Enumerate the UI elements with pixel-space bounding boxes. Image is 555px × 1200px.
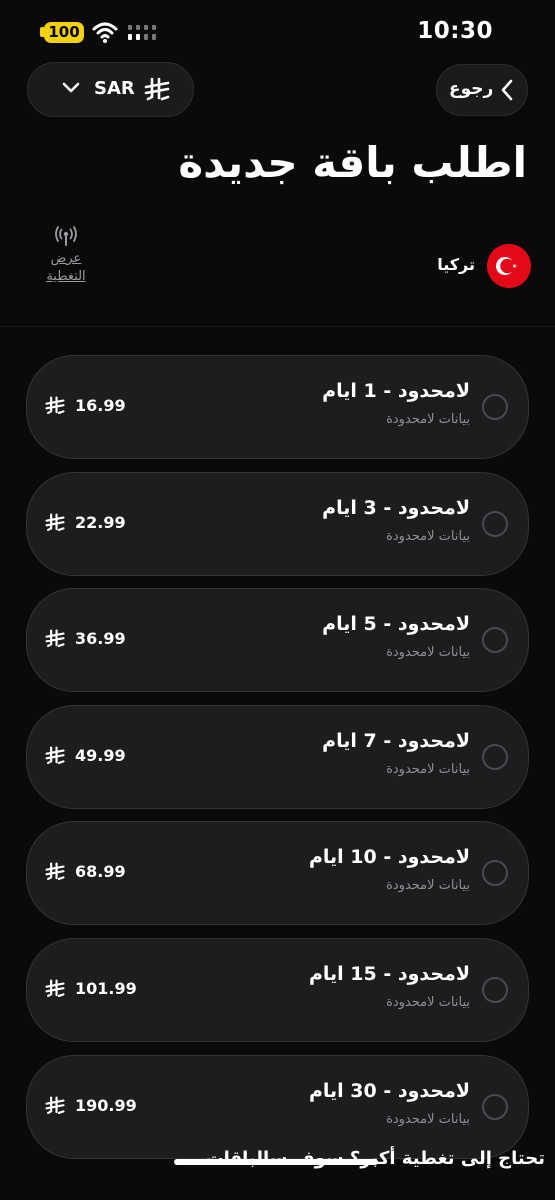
plan-subtitle: بيانات لامحدودة (386, 878, 470, 893)
wifi-icon (92, 22, 118, 43)
battery-indicator: 100 (44, 22, 84, 43)
radio-button[interactable] (482, 977, 508, 1003)
plan-option-15-days[interactable]: لامحدود - 15 ايام بيانات لامحدودة 101.99 (26, 938, 529, 1042)
plan-title: لامحدود - 5 ايام (322, 613, 470, 635)
turkey-flag-icon (487, 244, 531, 288)
plan-option-1-day[interactable]: لامحدود - 1 ايام بيانات لامحدودة 16.99 (26, 355, 529, 459)
plan-subtitle: بيانات لامحدودة (386, 995, 470, 1010)
radio-button[interactable] (482, 394, 508, 420)
radio-button[interactable] (482, 511, 508, 537)
plan-price: 68.99 (75, 862, 126, 881)
radio-button[interactable] (482, 1094, 508, 1120)
currency-code: SAR (94, 78, 135, 99)
plan-price: 49.99 (75, 746, 126, 765)
plan-option-3-days[interactable]: لامحدود - 3 ايام بيانات لامحدودة 22.99 (26, 472, 529, 576)
plan-title: لامحدود - 30 ايام (308, 1080, 470, 1102)
coverage-label-line2: التغطية (46, 269, 86, 284)
back-label: رجوع (449, 79, 494, 99)
plan-option-7-days[interactable]: لامحدود - 7 ايام بيانات لامحدودة 49.99 (26, 705, 529, 809)
chevron-left-icon (501, 79, 513, 101)
cellular-signal-icon (128, 25, 156, 40)
divider (0, 326, 555, 327)
radio-button[interactable] (482, 860, 508, 886)
back-button[interactable]: رجوع (436, 64, 528, 116)
riyal-symbol-icon (45, 862, 65, 880)
plan-price: 16.99 (75, 396, 126, 415)
plan-title: لامحدود - 7 ايام (322, 730, 470, 752)
plan-option-30-days[interactable]: لامحدود - 30 ايام بيانات لامحدودة 190.99 (26, 1055, 529, 1159)
coverage-label-line1: عرض (50, 251, 82, 266)
country-name: تركيا (437, 255, 475, 274)
plan-title: لامحدود - 10 ايام (308, 846, 470, 868)
plan-subtitle: بيانات لامحدودة (386, 1112, 470, 1127)
plan-price: 190.99 (75, 1096, 137, 1115)
chevron-down-icon (62, 82, 80, 93)
plan-title: لامحدود - 1 ايام (322, 380, 470, 402)
plan-option-10-days[interactable]: لامحدود - 10 ايام بيانات لامحدودة 68.99 (26, 821, 529, 925)
plan-price: 101.99 (75, 979, 137, 998)
currency-selector-button[interactable]: SAR (27, 62, 194, 117)
page-title: اطلب باقة جديدة (178, 138, 527, 187)
plan-price: 22.99 (75, 513, 126, 532)
plan-option-5-days[interactable]: لامحدود - 5 ايام بيانات لامحدودة 36.99 (26, 588, 529, 692)
clock: 10:30 (417, 18, 493, 44)
riyal-symbol-icon (45, 513, 65, 531)
riyal-symbol-icon (45, 979, 65, 997)
plan-title: لامحدود - 3 ايام (322, 497, 470, 519)
country-row: تركيا (291, 240, 531, 290)
riyal-symbol-icon (45, 629, 65, 647)
radio-button[interactable] (482, 627, 508, 653)
plan-price: 36.99 (75, 629, 126, 648)
plan-title: لامحدود - 15 ايام (308, 963, 470, 985)
riyal-symbol-icon (45, 746, 65, 764)
home-indicator[interactable] (174, 1159, 378, 1165)
view-coverage-link[interactable]: عرض التغطية (38, 226, 94, 302)
radio-button[interactable] (482, 744, 508, 770)
status-bar: 100 10:30 (0, 0, 555, 62)
plan-subtitle: بيانات لامحدودة (386, 412, 470, 427)
riyal-symbol-icon (45, 1096, 65, 1114)
riyal-symbol-icon (144, 77, 170, 101)
riyal-symbol-icon (45, 396, 65, 414)
plan-subtitle: بيانات لامحدودة (386, 645, 470, 660)
antenna-icon (55, 226, 77, 246)
plan-subtitle: بيانات لامحدودة (386, 529, 470, 544)
plan-subtitle: بيانات لامحدودة (386, 762, 470, 777)
